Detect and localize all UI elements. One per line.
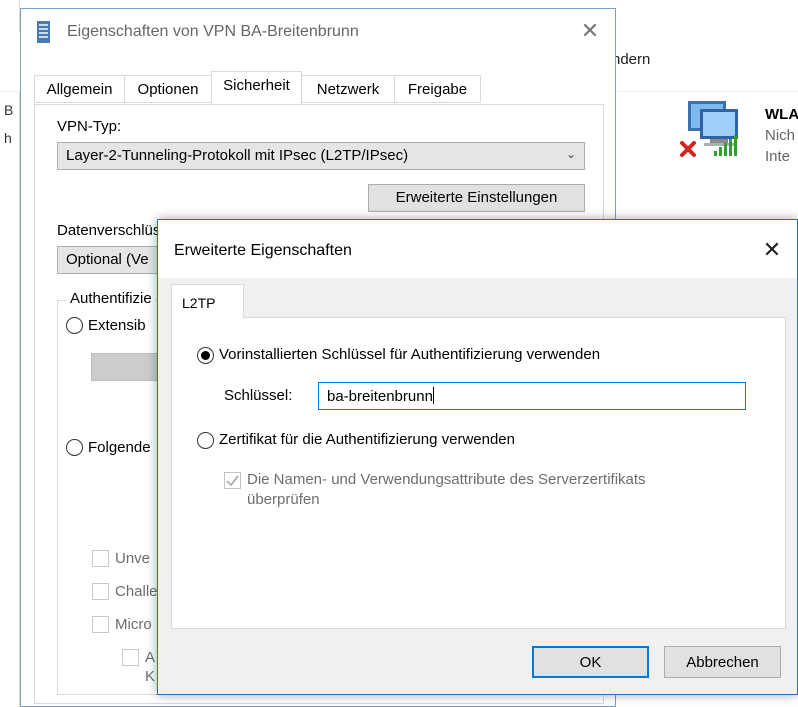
close-button[interactable]: ✕ — [573, 17, 607, 45]
preshared-key-input[interactable]: ba-breitenbrunn — [318, 382, 746, 410]
tab-freigabe[interactable]: Freigabe — [394, 75, 481, 103]
preshared-key-value: ba-breitenbrunn — [327, 388, 433, 405]
tab-netzwerk[interactable]: Netzwerk — [301, 75, 395, 103]
tab-l2tp[interactable]: L2TP — [171, 284, 244, 318]
chap-checkbox[interactable] — [92, 583, 109, 600]
vpn-type-label: VPN-Typ: — [57, 118, 122, 135]
key-label: Schlüssel: — [224, 387, 293, 404]
mschap-checkbox[interactable] — [92, 616, 109, 633]
background-fragment: B — [4, 102, 14, 118]
cancel-button[interactable]: Abbrechen — [664, 646, 781, 678]
l2tp-tab-panel: Vorinstallierten Schlüssel für Authentif… — [171, 317, 786, 629]
toolbar-change-link[interactable]: ndern — [612, 51, 650, 68]
verify-server-cert-label-line2: überprüfen — [247, 491, 320, 508]
encryption-value: Optional (Ve — [66, 251, 149, 268]
vpn-document-icon — [37, 21, 50, 43]
tab-optionen[interactable]: Optionen — [124, 75, 212, 103]
unencrypted-password-label: Unve — [115, 550, 151, 567]
wlan-connection-item[interactable]: WLA Nich Inte — [610, 95, 798, 190]
background-left-strip: n B h — [0, 0, 20, 707]
dialog-title: Eigenschaften von VPN BA-Breitenbrunn — [67, 23, 359, 40]
chap-label: Challe — [115, 583, 158, 600]
dialog-title: Erweiterte Eigenschaften — [174, 242, 352, 259]
advanced-settings-button[interactable]: Erweiterte Einstellungen — [368, 184, 585, 212]
mschap-label: Micro — [115, 616, 152, 633]
authentication-group-label: Authentifizie — [67, 290, 155, 307]
preshared-key-radio[interactable] — [197, 347, 214, 364]
background-fragment: h — [4, 130, 12, 146]
connection-device: Inte — [765, 148, 791, 165]
checkmark-icon — [226, 475, 239, 487]
auto-credentials-checkbox[interactable] — [122, 649, 139, 666]
unencrypted-password-checkbox[interactable] — [92, 550, 109, 567]
following-protocols-radio[interactable] — [66, 439, 83, 456]
dialog-titlebar: Eigenschaften von VPN BA-Breitenbrunn ✕ — [21, 9, 615, 49]
certificate-radio[interactable] — [197, 432, 214, 449]
vpn-type-value: Layer-2-Tunneling-Protokoll mit IPsec (L… — [66, 147, 409, 164]
advanced-properties-dialog: Erweiterte Eigenschaften ✕ L2TP Vorinsta… — [157, 219, 798, 695]
network-disconnected-icon — [680, 101, 738, 157]
eap-radio-label: Extensib — [88, 317, 146, 334]
auto-credentials-label-line1: A — [145, 649, 156, 666]
connection-status: Nich — [765, 127, 796, 144]
verify-server-cert-checkbox[interactable] — [224, 472, 241, 489]
preshared-key-label: Vorinstallierten Schlüssel für Authentif… — [219, 346, 601, 363]
connection-name: WLA — [765, 106, 798, 123]
certificate-label: Zertifikat für die Authentifizierung ver… — [219, 431, 515, 448]
dialog-titlebar: Erweiterte Eigenschaften ✕ — [158, 220, 797, 278]
text-caret — [432, 387, 434, 404]
close-button[interactable]: ✕ — [755, 236, 789, 264]
chevron-down-icon: ⌄ — [565, 147, 576, 161]
ok-button[interactable]: OK — [532, 646, 649, 678]
tab-sicherheit[interactable]: Sicherheit — [211, 71, 302, 104]
eap-radio[interactable] — [66, 317, 83, 334]
vpn-type-dropdown[interactable]: Layer-2-Tunneling-Protokoll mit IPsec (L… — [57, 142, 585, 170]
following-protocols-label: Folgende — [88, 439, 151, 456]
tab-allgemein[interactable]: Allgemein — [34, 75, 125, 103]
auto-credentials-label-line2: K — [145, 668, 156, 685]
verify-server-cert-label-line1: Die Namen- und Verwendungsattribute des … — [247, 471, 646, 488]
